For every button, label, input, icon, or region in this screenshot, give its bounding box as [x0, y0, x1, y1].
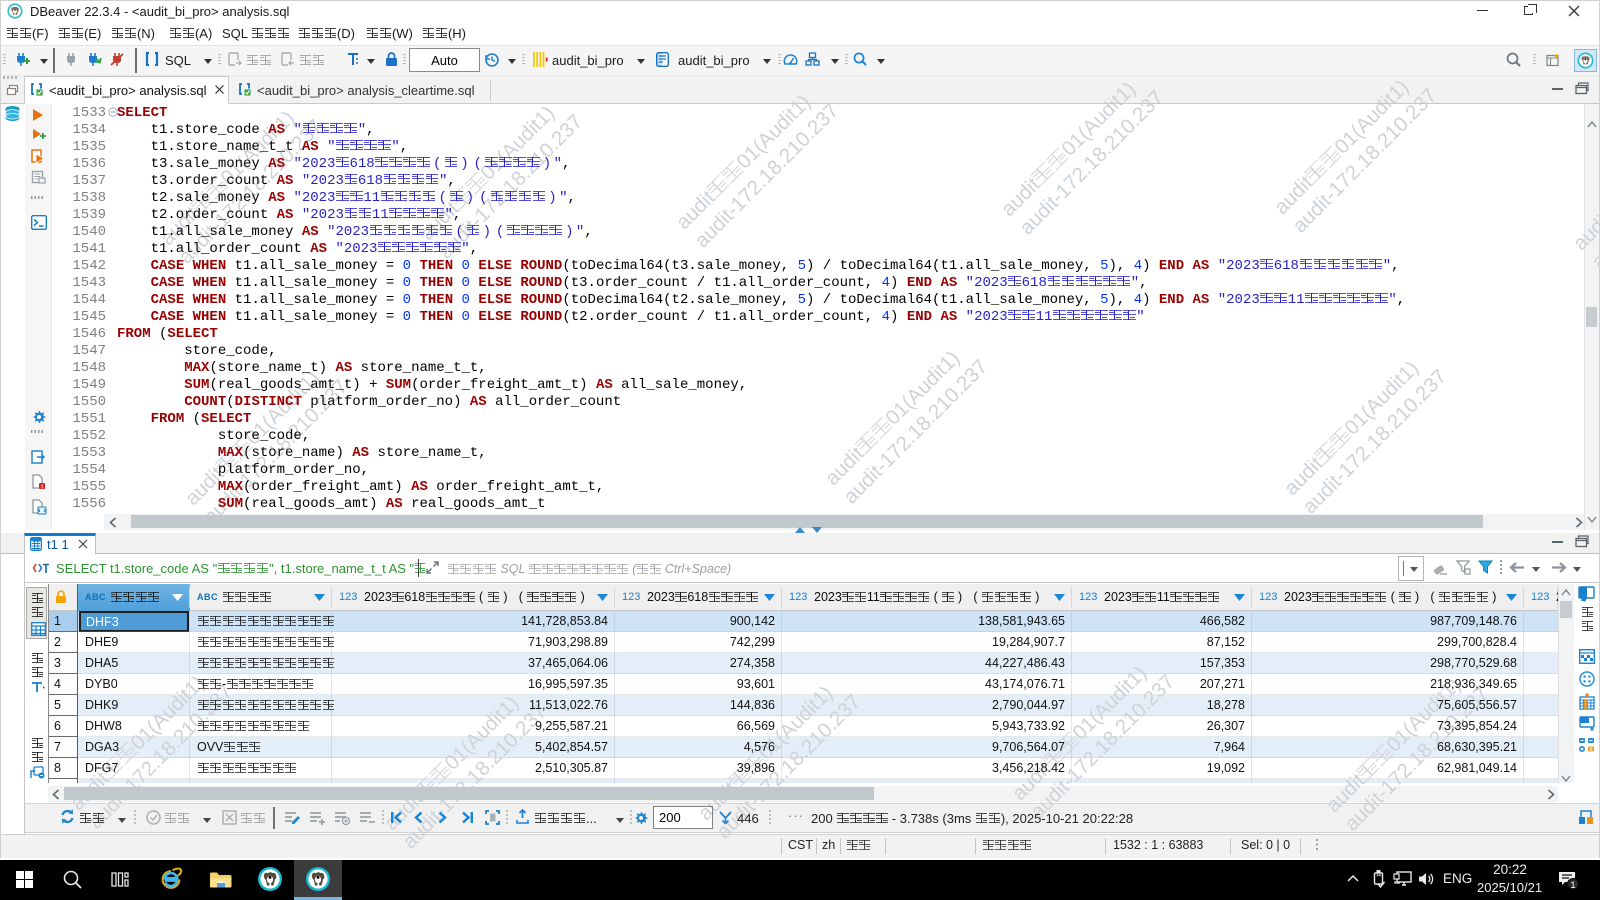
svg-text:1: 1 [1570, 880, 1575, 891]
